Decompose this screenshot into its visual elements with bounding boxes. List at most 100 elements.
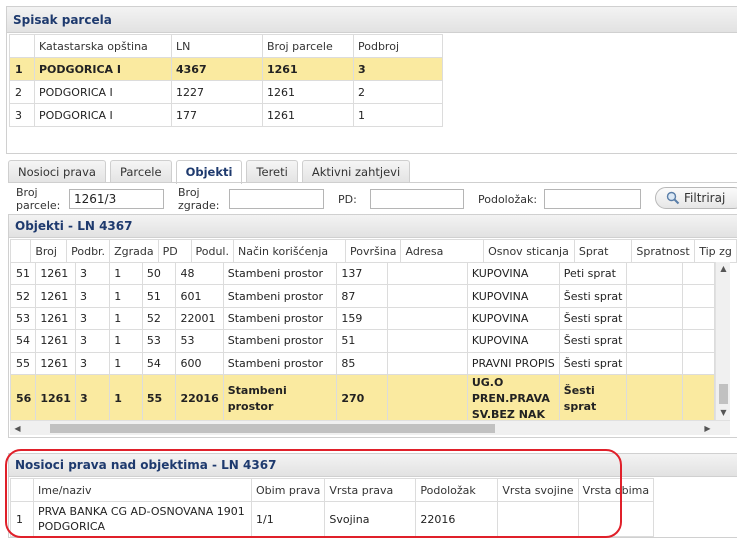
cell-broj: 1261	[35, 262, 76, 286]
cell-osnov-sticanja: KUPOVINA	[466, 284, 560, 308]
row-number: 56	[10, 373, 37, 420]
cell-zgrada: 1	[109, 306, 143, 331]
table-row[interactable]: 54 1261 3 1 53 53 Stambeni prostor 51 KUPOVINA Še…	[10, 329, 715, 353]
tab-nosioci-prava[interactable]: Nosioci prava	[8, 160, 106, 183]
column-header-povrsina[interactable]: Površina	[344, 239, 402, 263]
table-row[interactable]: 56 1261 3 1 55 22016 Stambeni prostor 270 UG.O P…	[10, 373, 715, 420]
column-header-vrsta-svojine[interactable]: Vrsta svojine	[497, 478, 579, 502]
cell-zgrada: 1	[109, 329, 143, 353]
cell-broj-parcele: 1261	[262, 57, 354, 81]
cell-sprat: Šesti sprat	[558, 351, 628, 375]
cell-vrsta-prava: Svojina	[324, 501, 417, 537]
cell-vrsta-obima	[577, 501, 655, 537]
cell-podul: 53	[175, 329, 224, 353]
column-header-zgrada[interactable]: Zgrada	[109, 239, 159, 263]
table-row[interactable]: 3 PODGORICA I 177 1261 1	[9, 103, 443, 127]
cell-osnov-sticanja: PRAVNI PROPIS	[466, 351, 560, 375]
table-row[interactable]: 52 1261 3 1 51 601 Stambeni prostor 87 KUPOVINA Š…	[10, 284, 715, 308]
cell-podul: 22016	[175, 373, 224, 420]
tab-aktivni-zahtjevi[interactable]: Aktivni zahtjevi	[301, 160, 411, 183]
cell-adresa	[386, 284, 468, 308]
podulozak-label: Podoložak:	[478, 193, 538, 206]
cell-osnov-sticanja: UG.O PREN.PRAVA SV.BEZ NAK	[466, 373, 560, 420]
column-header-tip-zgrade[interactable]: Tip zg	[694, 239, 737, 263]
cell-adresa	[386, 329, 468, 353]
filter-button[interactable]: Filtriraj	[655, 187, 737, 209]
cell-spratnost	[626, 284, 684, 308]
broj-parcele-input[interactable]	[69, 189, 164, 209]
tab-objekti[interactable]: Objekti	[175, 160, 243, 184]
search-icon	[666, 191, 680, 205]
cell-nacin-koriscenja: Stambeni prostor	[222, 329, 338, 353]
cell-podbr: 3	[74, 306, 111, 331]
cell-sprat: Šesti sprat	[558, 284, 628, 308]
vertical-scrollbar[interactable]: ▲ ▼	[715, 262, 730, 420]
vertical-scroll-thumb[interactable]	[719, 384, 728, 404]
scroll-left-arrow-icon[interactable]: ◀	[10, 421, 25, 436]
cell-podbr: 3	[74, 284, 111, 308]
scroll-right-arrow-icon[interactable]: ▶	[700, 421, 715, 436]
column-header-ime-naziv[interactable]: Ime/naziv	[33, 478, 252, 502]
cell-pd: 53	[141, 329, 177, 353]
tab-parcele[interactable]: Parcele	[109, 160, 172, 183]
column-header-osnov-sticanja[interactable]: Osnov sticanja	[483, 239, 575, 263]
table-row[interactable]: 55 1261 3 1 54 600 Stambeni prostor 85 PRAVNI PR…	[10, 351, 715, 375]
row-number: 54	[10, 329, 37, 353]
cell-podulozak: 22016	[415, 501, 499, 537]
column-header-podbr[interactable]: Podbr.	[66, 239, 111, 263]
cell-podbr: 3	[74, 262, 111, 286]
cell-podbroj: 2	[353, 80, 443, 104]
column-header-podulozak[interactable]: Podoložak	[415, 478, 499, 502]
tab-bar: Nosioci prava Parcele Objekti Tereti Akt…	[8, 160, 414, 184]
cell-podbr: 3	[74, 351, 111, 375]
table-row[interactable]: 2 PODGORICA I 1227 1261 2	[9, 80, 443, 104]
cell-podul: 22001	[175, 306, 224, 331]
cell-ime-naziv: PRVA BANKA CG AD-OSNOVANA 1901 PODGORICA	[33, 501, 252, 537]
horizontal-scrollbar[interactable]: ◀ ▶	[10, 420, 730, 435]
table-row[interactable]: 1 PRVA BANKA CG AD-OSNOVANA 1901 PODGORI…	[10, 501, 655, 537]
column-header-podul[interactable]: Podul.	[190, 239, 234, 263]
column-header-broj[interactable]: Broj	[30, 239, 68, 263]
column-header-broj-parcele[interactable]: Broj parcele	[262, 34, 354, 58]
column-header-obim-prava[interactable]: Obim prava	[250, 478, 326, 502]
table-row[interactable]: 53 1261 3 1 52 22001 Stambeni prostor 159 KUPOVI…	[10, 306, 715, 331]
cell-nacin-koriscenja: Stambeni prostor	[222, 373, 338, 420]
cell-povrsina: 51	[336, 329, 388, 353]
column-header-vrsta-prava[interactable]: Vrsta prava	[324, 478, 417, 502]
tab-tereti[interactable]: Tereti	[246, 160, 298, 183]
cell-podbr: 3	[74, 329, 111, 353]
scroll-down-arrow-icon[interactable]: ▼	[716, 406, 731, 420]
cell-adresa	[386, 306, 468, 331]
column-header-spratnost[interactable]: Spratnost	[631, 239, 696, 263]
cell-katastarska-opstina: PODGORICA I	[34, 57, 172, 81]
row-number: 51	[10, 262, 37, 286]
objekti-table-body[interactable]: 51 1261 3 1 50 48 Stambeni prostor 137 KUPOVINA P…	[10, 262, 715, 420]
column-header-adresa[interactable]: Adresa	[400, 239, 485, 263]
objekti-table-header: Broj Podbr. Zgrada PD Podul. Način koriš…	[9, 239, 737, 263]
column-header-sprat[interactable]: Sprat	[573, 239, 633, 263]
column-header-vrsta-obima[interactable]: Vrsta obima	[577, 478, 655, 502]
row-number: 1	[10, 501, 34, 537]
cell-zgrada: 1	[109, 351, 143, 375]
cell-tip-zgrade	[682, 373, 715, 420]
cell-povrsina: 270	[336, 373, 388, 420]
column-header-pd[interactable]: PD	[157, 239, 192, 263]
cell-broj: 1261	[35, 329, 76, 353]
scroll-up-arrow-icon[interactable]: ▲	[716, 262, 731, 276]
broj-zgrade-input[interactable]	[229, 189, 324, 209]
table-row[interactable]: 1 PODGORICA I 4367 1261 3	[9, 57, 443, 81]
cell-pd: 52	[141, 306, 177, 331]
column-header-katastarska-opstina[interactable]: Katastarska opština	[34, 34, 172, 58]
cell-podbr: 3	[74, 373, 111, 420]
column-header-ln[interactable]: LN	[171, 34, 263, 58]
nosioci-title: Nosioci prava nad objektima - LN 4367	[9, 454, 737, 477]
column-header-nacin-koriscenja[interactable]: Način korišćenja	[232, 239, 346, 263]
table-row[interactable]: 51 1261 3 1 50 48 Stambeni prostor 137 KUPOVINA P…	[10, 262, 715, 286]
podulozak-input[interactable]	[544, 189, 641, 209]
cell-broj: 1261	[35, 373, 76, 420]
broj-zgrade-label: Broj zgrade:	[178, 186, 220, 212]
pd-input[interactable]	[370, 189, 464, 209]
horizontal-scroll-thumb[interactable]	[50, 424, 495, 433]
cell-pd: 50	[141, 262, 177, 286]
column-header-podbroj[interactable]: Podbroj	[353, 34, 443, 58]
